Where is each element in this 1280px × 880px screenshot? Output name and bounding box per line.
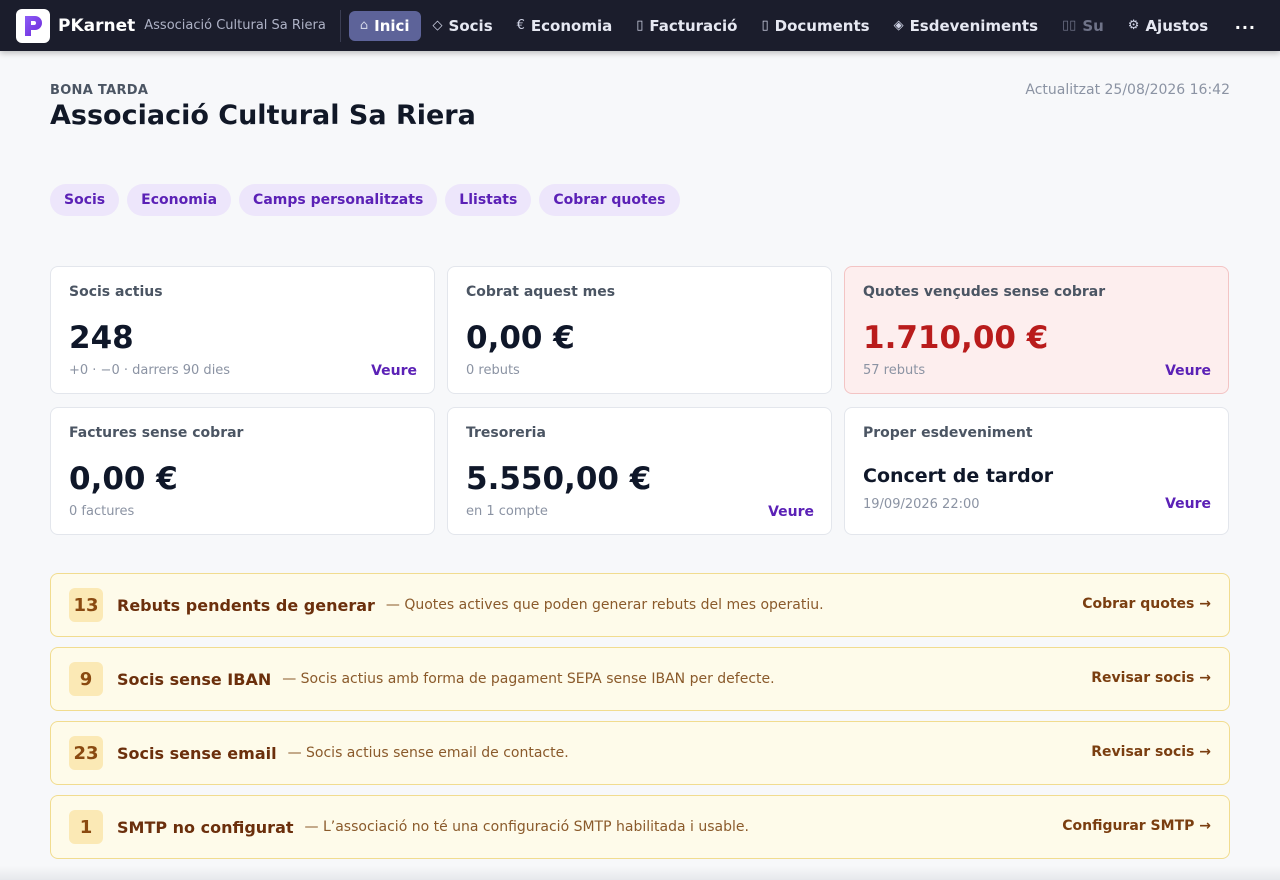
page-title: Associació Cultural Sa Riera — [50, 100, 476, 131]
diamond-icon: ◈ — [893, 18, 904, 33]
alert-count-badge: 1 — [69, 810, 103, 844]
card-cobrat-aquest-mes: Cobrat aquest mes 0,00 € 0 rebuts — [447, 266, 832, 394]
nav-menu: ⌂ Inici ◇ Socis € Economia ▯ Facturació … — [348, 10, 1220, 41]
document-icon: ▯ — [761, 18, 769, 33]
alert-title: Socis sense IBAN — [117, 669, 272, 689]
nav-divider — [339, 9, 341, 42]
app-logo-icon[interactable] — [16, 8, 50, 43]
event-name: Concert de tardor — [863, 465, 1054, 487]
nav-item-label: Ajustos — [1145, 16, 1209, 35]
alert-title: Socis sense email — [117, 743, 277, 763]
brand-name[interactable]: PKarnet — [58, 16, 135, 36]
nav-item-label: Facturació — [649, 16, 738, 35]
last-updated: Actualitzat 25/08/2026 16:42 — [1025, 82, 1230, 98]
diamond-outline-icon: ◇ — [432, 18, 443, 33]
card-subtext: 0 factures — [69, 504, 135, 519]
nav-item-socis[interactable]: ◇ Socis — [421, 11, 505, 41]
nav-item-inici[interactable]: ⌂ Inici — [348, 10, 421, 41]
card-value: 1.710,00 € — [863, 320, 1049, 356]
alerts-list: 13 Rebuts pendents de generar — Quotes a… — [50, 573, 1230, 869]
card-label: Socis actius — [69, 284, 163, 300]
alert-description: — L’associació no té una configuració SM… — [304, 819, 749, 835]
alert-description: — Quotes actives que poden generar rebut… — [385, 597, 824, 613]
card-view-link[interactable]: Veure — [1165, 363, 1211, 379]
top-navbar: PKarnet Associació Cultural Sa Riera ⌂ I… — [0, 0, 1280, 51]
quick-link-camps-personalitzats[interactable]: Camps personalitzats — [239, 184, 438, 216]
configurar-smtp-link[interactable]: Configurar SMTP → — [1062, 818, 1211, 834]
euro-icon: € — [516, 18, 525, 33]
alert-count-badge: 23 — [69, 736, 103, 770]
card-label: Factures sense cobrar — [69, 425, 244, 441]
card-value: 248 — [69, 320, 134, 356]
alert-smtp-no-configurat: 1 SMTP no configurat — L’associació no t… — [50, 795, 1230, 859]
card-tresoreria: Tresoreria 5.550,00 € en 1 compte Veure — [447, 407, 832, 535]
invoice-icon: ▯ — [636, 18, 644, 33]
card-label: Quotes vençudes sense cobrar — [863, 284, 1106, 300]
alert-count-badge: 13 — [69, 588, 103, 622]
card-label: Tresoreria — [466, 425, 546, 441]
more-menu-button[interactable]: ... — [1235, 14, 1256, 33]
alert-description: — Socis actius sense email de contacte. — [287, 745, 569, 761]
revisar-socis-link[interactable]: Revisar socis → — [1091, 670, 1211, 686]
nav-item-ajustos[interactable]: ⚙ Ajustos — [1116, 11, 1220, 41]
card-label: Cobrat aquest mes — [466, 284, 616, 300]
nav-item-documents[interactable]: ▯ Documents — [749, 11, 881, 41]
nav-item-facturacio[interactable]: ▯ Facturació — [624, 11, 749, 41]
alert-socis-sense-email: 23 Socis sense email — Socis actius sens… — [50, 721, 1230, 785]
nav-item-label: Economia — [530, 16, 613, 35]
quick-link-cobrar-quotes[interactable]: Cobrar quotes — [539, 184, 680, 216]
nav-item-label: Documents — [774, 16, 870, 35]
card-subtext: 57 rebuts — [863, 363, 926, 378]
card-value: 0,00 € — [69, 461, 178, 497]
nav-item-label: Esdeveniments — [909, 16, 1038, 35]
alert-description: — Socis actius amb forma de pagament SEP… — [282, 671, 775, 687]
nav-item-label: Su — [1082, 16, 1104, 35]
card-label: Proper esdeveniment — [863, 425, 1033, 441]
alert-title: SMTP no configurat — [117, 817, 294, 837]
columns-icon: ▯▯ — [1062, 18, 1077, 33]
card-view-link[interactable]: Veure — [1165, 496, 1211, 512]
card-value: 5.550,00 € — [466, 461, 652, 497]
nav-item-su[interactable]: ▯▯ Su — [1050, 11, 1116, 41]
quick-link-socis[interactable]: Socis — [50, 184, 120, 216]
event-date: 19/09/2026 22:00 — [863, 497, 980, 512]
revisar-socis-link[interactable]: Revisar socis → — [1091, 744, 1211, 760]
greeting: BONA TARDA — [50, 83, 149, 98]
quick-links: Socis Economia Camps personalitzats Llis… — [50, 184, 680, 216]
card-socis-actius: Socis actius 248 +0 · −0 · darrers 90 di… — [50, 266, 435, 394]
card-subtext: 0 rebuts — [466, 363, 520, 378]
nav-item-esdeveniments[interactable]: ◈ Esdeveniments — [882, 11, 1050, 41]
card-value: 0,00 € — [466, 320, 575, 356]
gear-icon: ⚙ — [1127, 18, 1140, 33]
organization-name: Associació Cultural Sa Riera — [144, 18, 326, 33]
nav-item-economia[interactable]: € Economia — [505, 11, 625, 41]
nav-item-label: Socis — [448, 16, 493, 35]
quick-link-llistats[interactable]: Llistats — [445, 184, 532, 216]
card-factures-sense-cobrar: Factures sense cobrar 0,00 € 0 factures — [50, 407, 435, 535]
alert-socis-sense-iban: 9 Socis sense IBAN — Socis actius amb fo… — [50, 647, 1230, 711]
card-view-link[interactable]: Veure — [371, 363, 417, 379]
alert-rebuts-pendents: 13 Rebuts pendents de generar — Quotes a… — [50, 573, 1230, 637]
home-icon: ⌂ — [359, 18, 369, 33]
stat-cards: Socis actius 248 +0 · −0 · darrers 90 di… — [50, 266, 1230, 535]
scroll-fade — [0, 866, 1280, 880]
card-proper-esdeveniment: Proper esdeveniment Concert de tardor 19… — [844, 407, 1229, 535]
quick-link-economia[interactable]: Economia — [127, 184, 232, 216]
card-subtext: en 1 compte — [466, 504, 548, 519]
card-quotes-vencudes: Quotes vençudes sense cobrar 1.710,00 € … — [844, 266, 1229, 394]
cobrar-quotes-link[interactable]: Cobrar quotes → — [1082, 596, 1211, 612]
nav-item-label: Inici — [374, 16, 410, 35]
card-view-link[interactable]: Veure — [768, 504, 814, 520]
card-subtext: +0 · −0 · darrers 90 dies — [69, 363, 231, 378]
alert-title: Rebuts pendents de generar — [117, 595, 375, 615]
alert-count-badge: 9 — [69, 662, 103, 696]
